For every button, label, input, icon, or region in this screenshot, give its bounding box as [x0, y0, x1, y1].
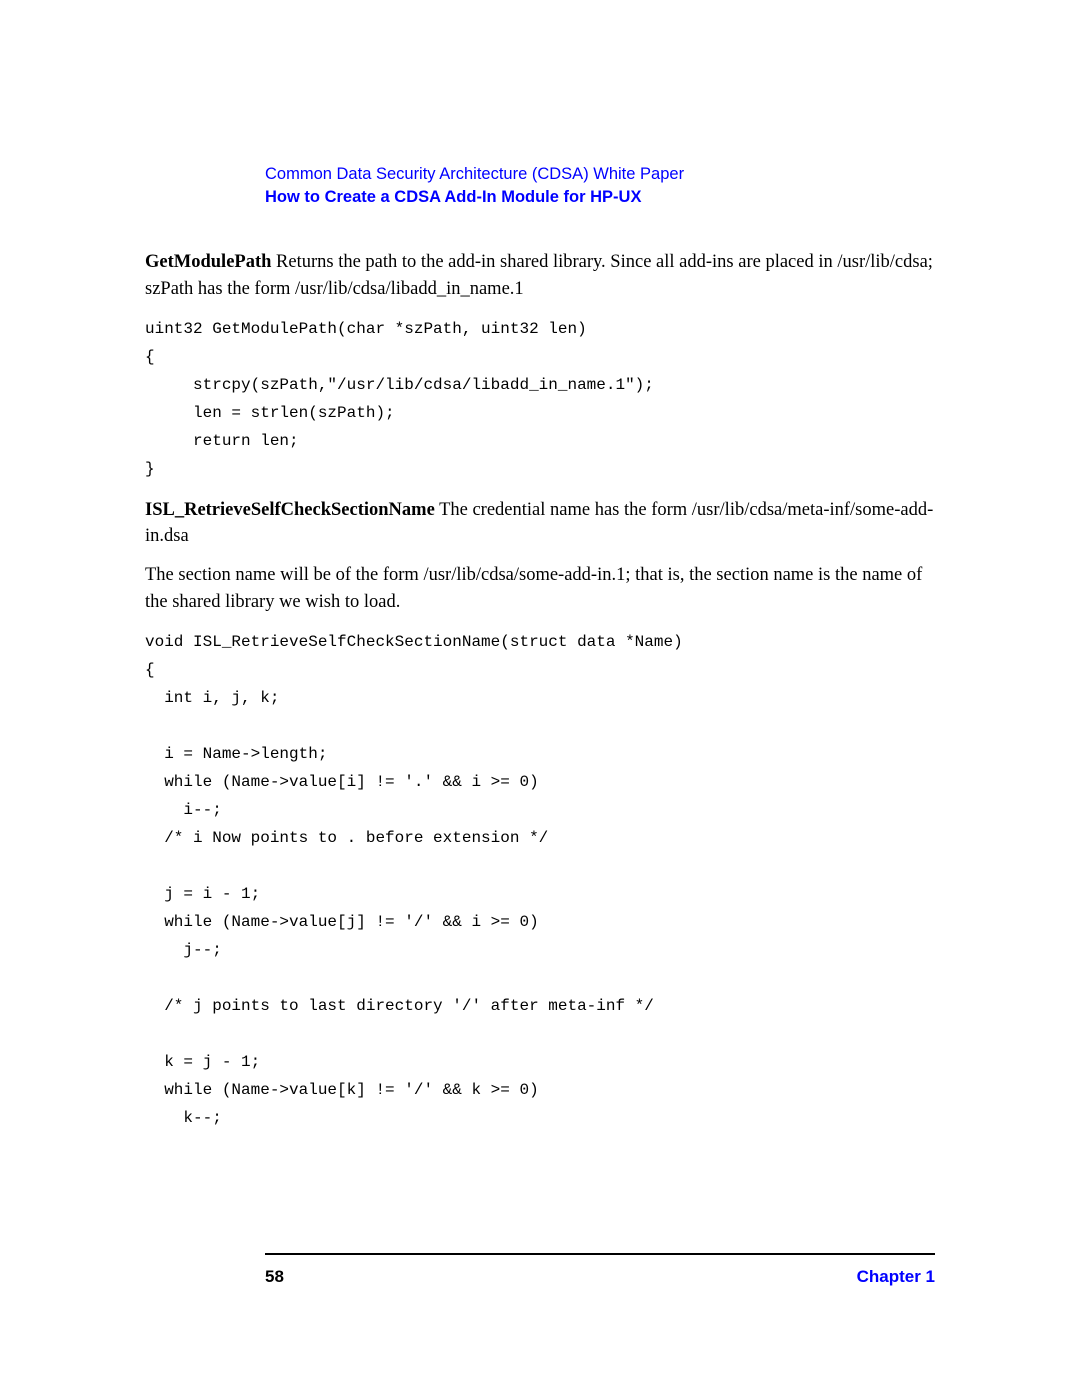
function-name-bold: GetModulePath: [145, 252, 271, 272]
running-header: Common Data Security Architecture (CDSA)…: [265, 165, 815, 207]
code-block-isl: void ISL_RetrieveSelfCheckSectionName(st…: [145, 628, 935, 1132]
page-container: Common Data Security Architecture (CDSA)…: [0, 0, 1080, 1397]
header-subtitle: How to Create a CDSA Add-In Module for H…: [265, 188, 815, 207]
chapter-label: Chapter 1: [857, 1267, 935, 1287]
page-footer: 58 Chapter 1: [265, 1253, 935, 1287]
code-block-getmodulepath: uint32 GetModulePath(char *szPath, uint3…: [145, 315, 935, 483]
footer-rule: [265, 1253, 935, 1255]
footer-row: 58 Chapter 1: [265, 1267, 935, 1287]
header-title: Common Data Security Architecture (CDSA)…: [265, 165, 815, 184]
body-content: GetModulePath Returns the path to the ad…: [145, 249, 935, 1132]
paragraph-getmodulepath: GetModulePath Returns the path to the ad…: [145, 249, 935, 303]
function-name-bold: ISL_RetrieveSelfCheckSectionName: [145, 500, 435, 520]
page-number: 58: [265, 1267, 284, 1287]
paragraph-section-name: The section name will be of the form /us…: [145, 562, 935, 616]
paragraph-isl: ISL_RetrieveSelfCheckSectionName The cre…: [145, 497, 935, 551]
